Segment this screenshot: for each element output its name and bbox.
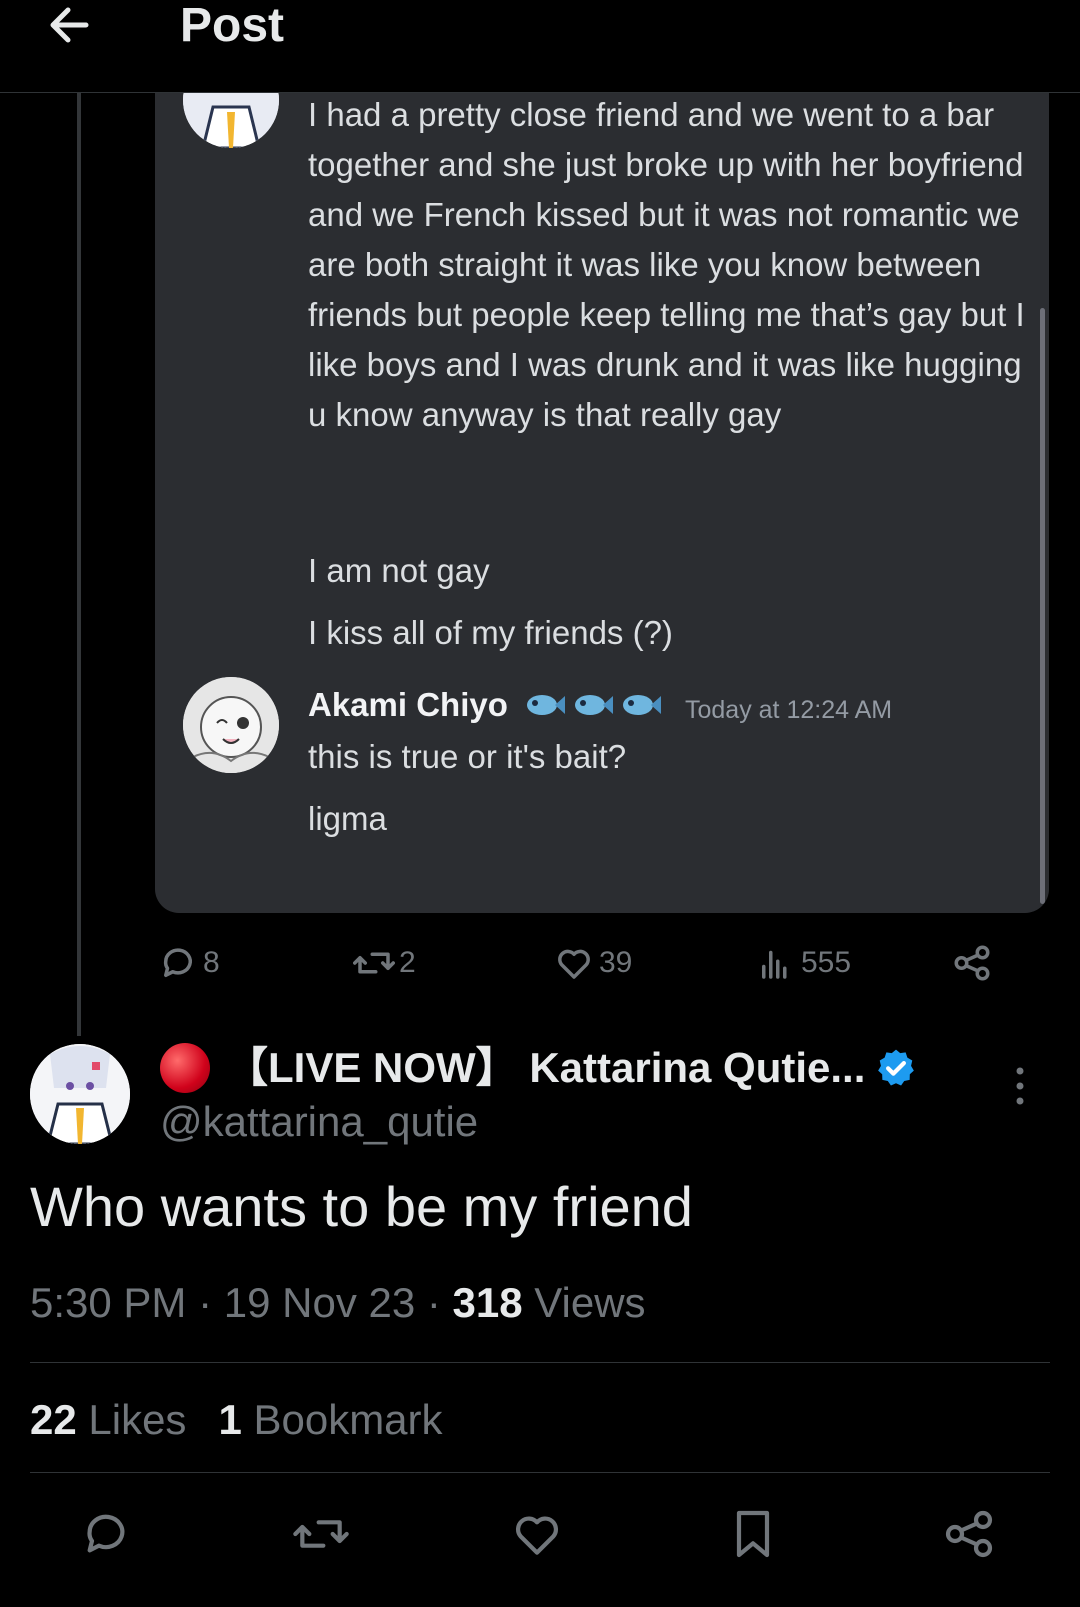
reply-button[interactable] (78, 1506, 138, 1566)
message-text: I had a pretty close friend and we went … (308, 96, 1025, 433)
repost-button[interactable]: 2 (353, 940, 416, 986)
reply-count: 8 (203, 946, 220, 979)
likes-count: 22 (30, 1396, 77, 1443)
tweet-meta: 5:30 PM · 19 Nov 23 · 318 Views (30, 1275, 646, 1331)
embedded-screenshot[interactable]: I had a pretty close friend and we went … (155, 60, 1049, 913)
reply-icon (163, 948, 192, 977)
red-circle-icon (160, 1043, 210, 1093)
fish-icon (527, 695, 565, 715)
top-bar: Post (0, 0, 1080, 93)
reply-button[interactable]: 8 (157, 940, 220, 986)
view-count: 555 (801, 946, 852, 979)
message-timestamp: Today at 12:24 AM (685, 696, 893, 724)
fish-icon (623, 695, 661, 715)
like-button[interactable]: 39 (553, 940, 632, 986)
heart-icon (558, 949, 590, 979)
repost-button[interactable] (293, 1506, 353, 1566)
engagement-stats: 22 Likes 1 Bookmark (30, 1392, 443, 1448)
like-button[interactable] (509, 1506, 569, 1566)
views-label: Views (522, 1279, 646, 1326)
share-button[interactable] (951, 940, 997, 986)
share-icon (945, 1510, 993, 1558)
tweet-text: Who wants to be my friend (30, 1175, 693, 1238)
page-title: Post (180, 0, 285, 52)
reply-icon (87, 1514, 125, 1553)
heart-icon (515, 1516, 559, 1555)
views-icon (762, 950, 787, 979)
back-arrow-icon[interactable] (44, 0, 94, 50)
author-display-name[interactable]: 【LIVE NOW】 Kattarina Qutie... (160, 1040, 917, 1096)
more-options-icon[interactable] (1014, 1066, 1026, 1106)
repost-icon (353, 952, 395, 974)
tweet-timestamp[interactable]: 5:30 PM · 19 Nov 23 · (30, 1279, 453, 1326)
bookmarks-count: 1 (218, 1396, 242, 1443)
display-name-text: 【LIVE NOW】 Kattarina Qutie... (226, 1044, 866, 1091)
bookmark-icon (736, 1510, 770, 1558)
repost-count: 2 (399, 946, 416, 979)
bookmarks-label: Bookmark (241, 1396, 443, 1443)
bookmarks-stat[interactable]: 1 Bookmark (218, 1396, 442, 1443)
divider (30, 1472, 1050, 1473)
likes-stat[interactable]: 22 Likes (30, 1396, 186, 1443)
views-button[interactable]: 555 (755, 940, 851, 986)
tweet-action-bar (0, 1506, 1080, 1566)
verified-badge-icon (878, 1049, 915, 1086)
message-text: I am not gay (308, 552, 490, 589)
like-count: 39 (599, 946, 633, 979)
fish-icon (575, 695, 613, 715)
repost-icon (293, 1520, 349, 1548)
thread-connector (77, 92, 81, 1036)
views-count: 318 (452, 1279, 523, 1326)
likes-label: Likes (76, 1396, 187, 1443)
username[interactable]: Akami Chiyo (308, 680, 508, 730)
author-avatar[interactable] (30, 1044, 130, 1144)
share-icon (954, 945, 990, 981)
message-text: ligma (308, 800, 387, 837)
avatar (183, 677, 279, 773)
author-handle[interactable]: @kattarina_qutie (160, 1096, 478, 1148)
parent-action-bar: 8 2 39 555 (155, 940, 1035, 986)
divider (30, 1362, 1050, 1363)
message-text: this is true or it's bait? (308, 738, 627, 775)
bookmark-button[interactable] (725, 1506, 785, 1566)
emoji-badges (520, 682, 662, 728)
share-button[interactable] (941, 1506, 1001, 1566)
scrollbar[interactable] (1040, 308, 1045, 904)
message-text: I kiss all of my friends (?) (308, 614, 673, 651)
